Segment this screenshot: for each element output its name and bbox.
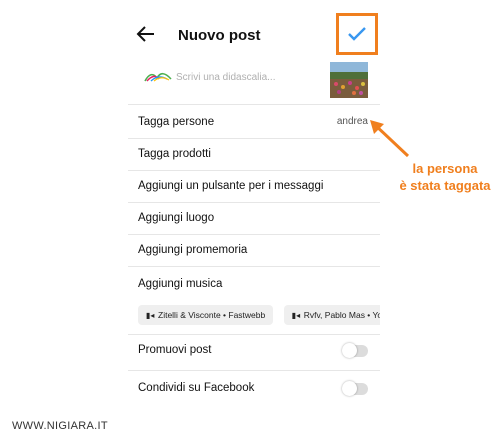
music-bars-icon: ▮◂	[291, 310, 301, 320]
add-message-button-row[interactable]: Aggiungi un pulsante per i messaggi	[128, 180, 380, 196]
divider	[128, 266, 380, 267]
toggle-knob	[342, 343, 357, 358]
tag-products-row[interactable]: Tagga prodotti	[128, 148, 380, 164]
new-post-screen: Nuovo post Scrivi una didascalia... Tagg…	[128, 0, 380, 412]
page-title: Nuovo post	[178, 27, 261, 44]
divider	[128, 334, 380, 335]
divider	[128, 170, 380, 171]
confirm-button[interactable]	[336, 13, 378, 55]
back-button[interactable]	[136, 24, 156, 44]
share-facebook-label: Condividi su Facebook	[138, 382, 255, 394]
music-chip[interactable]: ▮◂ Zitelli & Visconte • Fastwebb	[138, 305, 274, 325]
add-reminder-row[interactable]: Aggiungi promemoria	[128, 244, 380, 260]
add-location-row[interactable]: Aggiungi luogo	[128, 212, 380, 228]
annotation-line: è stata taggata	[399, 178, 491, 193]
music-chip-label: Zitelli & Visconte • Fastwebb	[158, 310, 266, 320]
caption-input[interactable]	[176, 72, 326, 83]
arrow-left-icon	[136, 26, 154, 42]
top-bar: Nuovo post	[128, 0, 380, 58]
add-location-label: Aggiungi luogo	[138, 212, 215, 224]
music-chip[interactable]: ▮◂ Rvfv, Pablo Mas • Yo	[283, 305, 380, 325]
annotation-arrow-icon	[370, 120, 410, 158]
add-music-row[interactable]: Aggiungi musica	[128, 278, 380, 294]
music-chip-label: Rvfv, Pablo Mas • Yo	[303, 310, 380, 320]
profile-logo	[142, 64, 174, 96]
checkmark-icon	[348, 27, 366, 41]
divider	[128, 138, 380, 139]
music-suggestions: ▮◂ Zitelli & Visconte • Fastwebb ▮◂ Rvfv…	[138, 305, 380, 325]
add-message-button-label: Aggiungi un pulsante per i messaggi	[138, 180, 324, 192]
post-thumbnail[interactable]	[330, 62, 368, 98]
promote-post-toggle[interactable]	[342, 343, 368, 358]
divider	[128, 370, 380, 371]
add-reminder-label: Aggiungi promemoria	[138, 244, 248, 256]
annotation-text: la persona è stata taggata	[390, 160, 500, 194]
caption-row	[128, 58, 380, 105]
divider	[128, 234, 380, 235]
site-watermark: WWW.NIGIARA.IT	[12, 420, 108, 432]
tag-people-label: Tagga persone	[138, 116, 215, 128]
add-music-label: Aggiungi musica	[138, 278, 223, 290]
annotation-line: la persona	[412, 161, 478, 176]
tagged-user: andrea	[336, 116, 368, 127]
promote-post-label: Promuovi post	[138, 344, 212, 356]
music-bars-icon: ▮◂	[146, 310, 155, 320]
tag-people-row[interactable]: Tagga persone andrea	[128, 116, 380, 132]
divider	[128, 202, 380, 203]
tag-products-label: Tagga prodotti	[138, 148, 211, 160]
toggle-knob	[342, 381, 357, 396]
share-facebook-toggle[interactable]	[342, 381, 368, 396]
